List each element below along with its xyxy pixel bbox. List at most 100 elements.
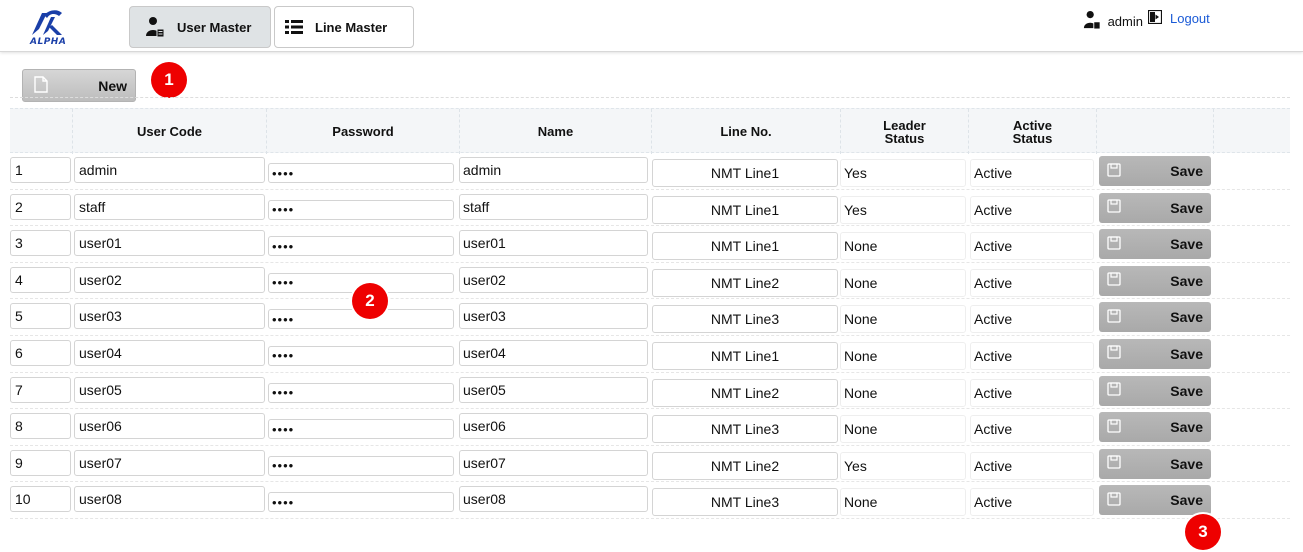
alpha-logo[interactable]: ALPHA [30, 7, 66, 47]
table-row: 5 user03 •••• user03 NMT Line3 None Acti… [10, 299, 1290, 336]
line-no-select[interactable]: NMT Line3 [652, 415, 838, 444]
leader-status-select[interactable]: None [840, 341, 966, 370]
user-code-field[interactable]: user08 [74, 486, 265, 513]
save-icon [1107, 309, 1121, 326]
user-code-field[interactable]: user05 [74, 376, 265, 403]
password-field[interactable]: •••• [268, 236, 454, 257]
user-code-field[interactable]: user03 [74, 303, 265, 330]
save-icon [1107, 345, 1121, 362]
active-status-select[interactable]: Active [970, 451, 1094, 480]
password-field[interactable]: •••• [268, 382, 454, 403]
save-icon [1107, 419, 1121, 436]
row-index-field[interactable]: 10 [10, 486, 71, 513]
table-body: 1 admin •••• admin NMT Line1 Yes Active … [10, 153, 1290, 519]
leader-status-select[interactable]: None [840, 232, 966, 261]
leader-status-select[interactable]: None [840, 378, 966, 407]
row-index-field[interactable]: 4 [10, 266, 71, 293]
divider [10, 97, 1290, 98]
line-no-select[interactable]: NMT Line3 [652, 305, 838, 334]
active-status-select[interactable]: Active [970, 341, 1094, 370]
row-index-field[interactable]: 6 [10, 339, 71, 366]
name-field[interactable]: user03 [459, 303, 648, 330]
save-button-label: Save [1170, 236, 1203, 253]
row-index-field[interactable]: 3 [10, 230, 71, 257]
line-no-select[interactable]: NMT Line2 [652, 378, 838, 407]
password-field[interactable]: •••• [268, 492, 454, 513]
active-status-select[interactable]: Active [970, 268, 1094, 297]
leader-status-select[interactable]: None [840, 415, 966, 444]
name-field[interactable]: user04 [459, 339, 648, 366]
active-status-select[interactable]: Active [970, 305, 1094, 334]
table-row: 1 admin •••• admin NMT Line1 Yes Active … [10, 153, 1290, 190]
save-button[interactable]: Save [1099, 302, 1211, 333]
user-code-field[interactable]: staff [74, 193, 265, 220]
user-code-field[interactable]: user07 [74, 449, 265, 476]
row-index-field[interactable]: 9 [10, 449, 71, 476]
user-code-field[interactable]: user01 [74, 230, 265, 257]
line-no-select[interactable]: NMT Line1 [652, 159, 838, 187]
row-index-field[interactable]: 1 [10, 157, 71, 183]
header-leader-status: Leader Status [840, 109, 968, 154]
leader-status-select[interactable]: None [840, 268, 966, 297]
name-field[interactable]: user06 [459, 413, 648, 440]
save-button[interactable]: Save [1099, 265, 1211, 296]
user-icon [145, 16, 165, 38]
row-index-field[interactable]: 8 [10, 413, 71, 440]
save-button[interactable]: Save [1099, 229, 1211, 260]
leader-status-select[interactable]: Yes [840, 451, 966, 480]
name-field[interactable]: user05 [459, 376, 648, 403]
leader-status-select[interactable]: None [840, 488, 966, 517]
leader-status-select[interactable]: Yes [840, 159, 966, 187]
user-code-field[interactable]: admin [74, 157, 265, 183]
name-field[interactable]: user07 [459, 449, 648, 476]
save-button[interactable]: Save [1099, 156, 1211, 186]
user-code-field[interactable]: user06 [74, 413, 265, 440]
save-button[interactable]: Save [1099, 485, 1211, 516]
save-button[interactable]: Save [1099, 412, 1211, 443]
user-code-field[interactable]: user02 [74, 266, 265, 293]
name-field[interactable]: user01 [459, 230, 648, 257]
header-active-status: Active Status [968, 109, 1096, 154]
save-button-label: Save [1170, 199, 1203, 216]
row-index-field[interactable]: 2 [10, 193, 71, 220]
active-status-select[interactable]: Active [970, 415, 1094, 444]
save-button-label: Save [1170, 345, 1203, 362]
active-status-select[interactable]: Active [970, 195, 1094, 224]
line-no-select[interactable]: NMT Line1 [652, 195, 838, 224]
logout-link[interactable]: Logout [1147, 9, 1210, 27]
current-user: admin [1083, 10, 1143, 33]
line-no-select[interactable]: NMT Line2 [652, 451, 838, 480]
name-field[interactable]: user08 [459, 486, 648, 513]
save-button[interactable]: Save [1099, 192, 1211, 223]
leader-status-select[interactable]: Yes [840, 195, 966, 224]
password-field[interactable]: •••• [268, 163, 454, 183]
annotation-badge-1: 1 [151, 62, 187, 98]
annotation-badge-3: 3 [1185, 514, 1221, 550]
leader-status-select[interactable]: None [840, 305, 966, 334]
name-field[interactable]: user02 [459, 266, 648, 293]
name-field[interactable]: staff [459, 193, 648, 220]
line-no-select[interactable]: NMT Line2 [652, 268, 838, 297]
active-status-select[interactable]: Active [970, 232, 1094, 261]
active-status-select[interactable]: Active [970, 488, 1094, 517]
active-status-select[interactable]: Active [970, 159, 1094, 187]
active-status-select[interactable]: Active [970, 378, 1094, 407]
row-index-field[interactable]: 5 [10, 303, 71, 330]
name-field[interactable]: admin [459, 157, 648, 183]
line-no-select[interactable]: NMT Line3 [652, 488, 838, 517]
user-code-field[interactable]: user04 [74, 339, 265, 366]
save-button-label: Save [1170, 382, 1203, 399]
save-button[interactable]: Save [1099, 375, 1211, 406]
password-field[interactable]: •••• [268, 455, 454, 476]
password-field[interactable]: •••• [268, 199, 454, 220]
line-no-select[interactable]: NMT Line1 [652, 341, 838, 370]
tab-line-master[interactable]: Line Master [274, 6, 414, 48]
table-row: 9 user07 •••• user07 NMT Line2 Yes Activ… [10, 446, 1290, 483]
password-field[interactable]: •••• [268, 345, 454, 366]
save-button[interactable]: Save [1099, 338, 1211, 369]
save-button[interactable]: Save [1099, 448, 1211, 479]
password-field[interactable]: •••• [268, 419, 454, 440]
row-index-field[interactable]: 7 [10, 376, 71, 403]
tab-user-master[interactable]: User Master [129, 6, 271, 48]
line-no-select[interactable]: NMT Line1 [652, 232, 838, 261]
